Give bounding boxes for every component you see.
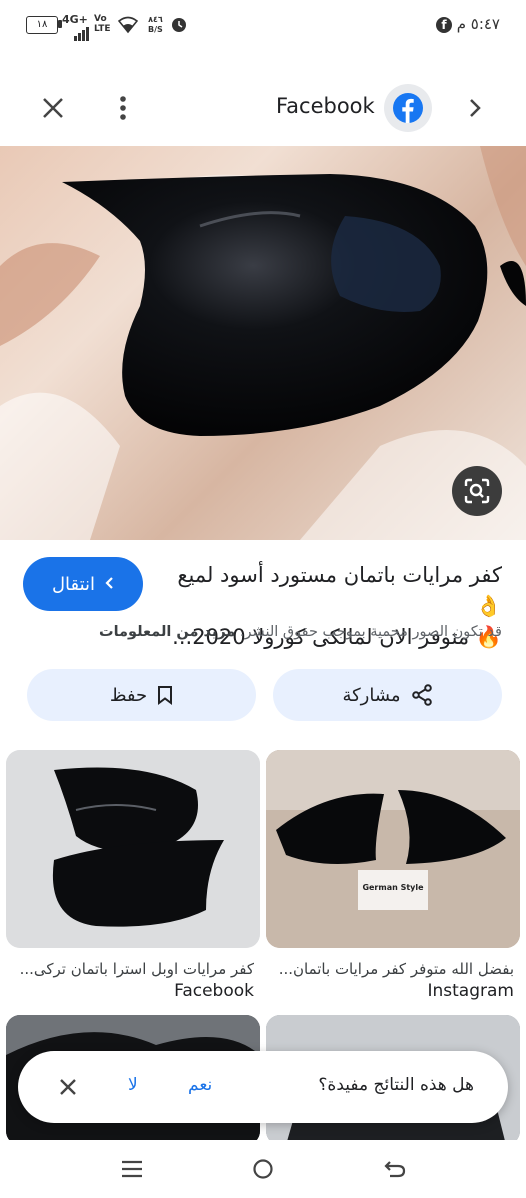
share-button[interactable]: مشاركة	[273, 669, 502, 721]
feedback-bar: هل هذه النتائج مفيدة؟ نعم لا	[18, 1051, 508, 1123]
feedback-yes-button[interactable]: نعم	[188, 1075, 212, 1095]
more-vert-icon	[120, 96, 126, 120]
related-source-2[interactable]: Facebook	[6, 981, 254, 1001]
visit-label: انتقال	[51, 573, 96, 595]
facebook-icon	[393, 93, 423, 123]
related-image-1[interactable]: German Style	[266, 750, 520, 948]
feedback-close-button[interactable]	[52, 1071, 84, 1103]
home-icon	[253, 1159, 273, 1179]
share-label: مشاركة	[342, 684, 401, 706]
related-photo-1: German Style	[266, 750, 520, 948]
related-source-1[interactable]: Instagram	[266, 981, 515, 1001]
back-button[interactable]	[375, 1152, 415, 1186]
wifi-icon	[117, 16, 139, 38]
chevron-right-icon	[470, 99, 481, 117]
signal-icon	[74, 26, 90, 45]
system-nav-bar	[0, 1140, 526, 1198]
copyright-notice: قد تكون الصور محمية بموجب حقوق النشر. مز…	[22, 624, 502, 640]
close-icon	[60, 1079, 76, 1095]
feedback-question: هل هذه النتائج مفيدة؟	[318, 1075, 474, 1095]
related-photo-2	[6, 750, 260, 948]
copyright-text: قد تكون الصور محمية بموجب حقوق النشر.	[239, 624, 502, 640]
home-button[interactable]	[243, 1152, 283, 1186]
back-icon	[384, 1161, 406, 1178]
battery-icon: ١٨	[26, 16, 58, 34]
chevron-left-icon	[105, 574, 114, 595]
lens-icon	[464, 478, 490, 504]
related-image-2[interactable]	[6, 750, 260, 948]
more-options-button[interactable]	[100, 85, 146, 131]
data-speed-value: ٨٤٦	[148, 15, 163, 24]
mirror-cover-photo	[0, 146, 526, 540]
alarm-icon	[170, 15, 188, 37]
source-favicon[interactable]	[384, 84, 432, 132]
feedback-no-button[interactable]: لا	[128, 1075, 138, 1095]
next-button[interactable]	[458, 85, 492, 131]
recents-button[interactable]	[112, 1152, 152, 1186]
top-bar: Facebook	[0, 70, 526, 146]
save-label: حفظ	[109, 684, 148, 706]
data-speed-unit: B/S	[148, 25, 163, 34]
clock: ٥:٤٧ م	[456, 15, 500, 33]
network-type: 4G+	[62, 13, 88, 26]
bookmark-icon	[158, 686, 173, 705]
lens-search-button[interactable]	[452, 466, 502, 516]
main-image[interactable]	[0, 146, 526, 540]
battery-level: ١٨	[36, 19, 48, 30]
recents-icon	[122, 1160, 142, 1178]
related-caption-1[interactable]: بفضل الله متوفر كفر مرايات باتمان...	[266, 960, 514, 978]
result-title-line1: كفر مرايات باتمان مستورد أسود لميع 👌	[177, 563, 502, 618]
related-caption-2[interactable]: كفر مرايات اوبل استرا باتمان تركى...	[6, 960, 254, 978]
close-button[interactable]	[30, 85, 76, 131]
more-info-link[interactable]: مزيد من المعلومات	[99, 624, 235, 640]
close-icon	[43, 98, 63, 118]
status-bar: ١٨ 4G+ Vo LTE ٨٤٦ B/S ٥:٤٧ م f	[0, 0, 526, 50]
share-icon	[411, 684, 432, 706]
visit-button[interactable]: انتقال	[23, 557, 143, 611]
facebook-notification-icon: f	[436, 17, 452, 33]
save-button[interactable]: حفظ	[27, 669, 256, 721]
volte-indicator: Vo LTE	[94, 14, 111, 34]
source-name[interactable]: Facebook	[276, 94, 375, 118]
sticker-text: German Style	[362, 883, 424, 892]
data-speed: ٨٤٦ B/S	[148, 15, 163, 35]
